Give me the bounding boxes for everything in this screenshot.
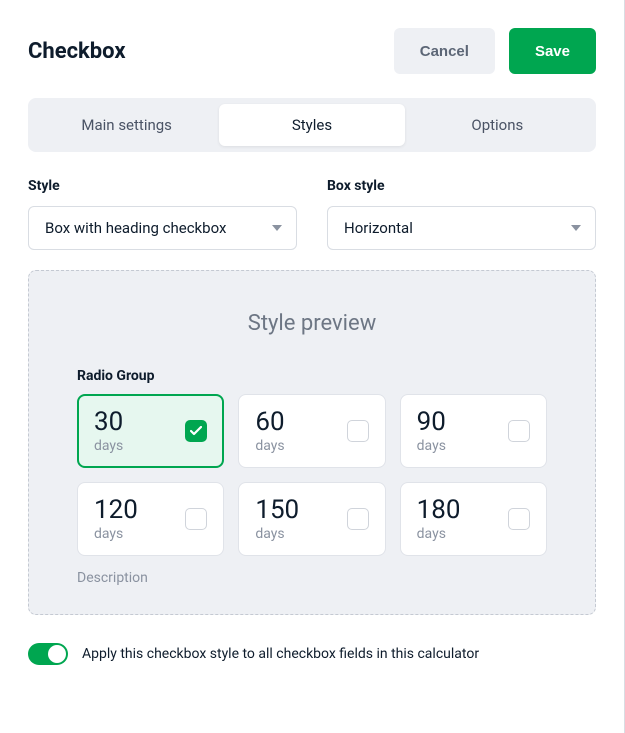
radio-card-90[interactable]: 90days	[400, 394, 547, 468]
page-title: Checkbox	[28, 39, 126, 64]
radio-value: 60	[255, 408, 284, 437]
preview-title: Style preview	[77, 311, 547, 336]
apply-all-label: Apply this checkbox style to all checkbo…	[82, 646, 479, 662]
radio-card-60[interactable]: 60days	[238, 394, 385, 468]
checkbox-icon	[347, 420, 369, 442]
style-select-value: Box with heading checkbox	[45, 219, 226, 237]
cancel-button[interactable]: Cancel	[394, 28, 495, 74]
radio-value: 90	[417, 408, 446, 437]
box-style-select-value: Horizontal	[344, 219, 413, 237]
box-style-label: Box style	[327, 178, 596, 194]
style-label: Style	[28, 178, 297, 194]
checkbox-icon	[347, 508, 369, 530]
radio-group-label: Radio Group	[77, 368, 547, 384]
radio-unit: days	[417, 438, 446, 454]
checkbox-icon	[508, 508, 530, 530]
radio-card-120[interactable]: 120days	[77, 482, 224, 556]
checkbox-icon	[185, 508, 207, 530]
style-select[interactable]: Box with heading checkbox	[28, 206, 297, 250]
style-preview: Style preview Radio Group 30days60days90…	[28, 270, 596, 615]
radio-unit: days	[255, 438, 284, 454]
radio-value: 180	[417, 496, 461, 525]
radio-unit: days	[417, 526, 461, 542]
radio-card-30[interactable]: 30days	[77, 394, 224, 468]
apply-all-toggle[interactable]	[28, 643, 68, 665]
chevron-down-icon	[272, 225, 282, 231]
radio-card-180[interactable]: 180days	[400, 482, 547, 556]
tab-options[interactable]: Options	[405, 104, 590, 146]
toggle-knob	[48, 645, 66, 663]
radio-value: 120	[94, 496, 138, 525]
tabs: Main settings Styles Options	[28, 98, 596, 152]
tab-styles[interactable]: Styles	[219, 104, 404, 146]
radio-unit: days	[255, 526, 299, 542]
save-button[interactable]: Save	[509, 28, 596, 74]
radio-unit: days	[94, 526, 138, 542]
radio-card-150[interactable]: 150days	[238, 482, 385, 556]
checkbox-icon	[185, 420, 207, 442]
radio-unit: days	[94, 438, 123, 454]
box-style-select[interactable]: Horizontal	[327, 206, 596, 250]
preview-description: Description	[77, 570, 547, 586]
checkbox-icon	[508, 420, 530, 442]
chevron-down-icon	[571, 225, 581, 231]
radio-value: 30	[94, 408, 123, 437]
radio-value: 150	[255, 496, 299, 525]
tab-main-settings[interactable]: Main settings	[34, 104, 219, 146]
